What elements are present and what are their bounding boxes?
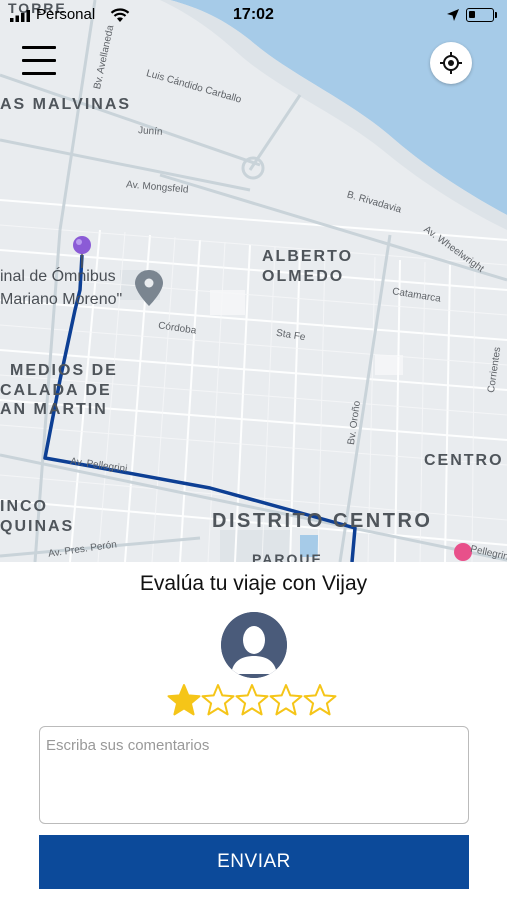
- street-label: Junín: [137, 125, 163, 138]
- district-label: QUINAS: [0, 518, 75, 535]
- star-empty-icon[interactable]: [303, 682, 337, 718]
- menu-button[interactable]: [22, 46, 56, 78]
- submit-button[interactable]: ENVIAR: [39, 835, 469, 889]
- origin-pin: [73, 236, 91, 254]
- district-label: CALADA DE: [0, 382, 112, 399]
- battery-icon: [466, 8, 494, 22]
- rating-title: Evalúa tu viaje con Vijay: [139, 572, 368, 595]
- comments-field[interactable]: [39, 726, 469, 824]
- map-view[interactable]: TORRE AS MALVINAS ALBERTO OLMEDO MEDIOS …: [0, 0, 507, 562]
- hamburger-menu-icon: [22, 46, 56, 49]
- user-avatar-icon: [221, 612, 287, 678]
- star-rating[interactable]: [167, 682, 337, 718]
- location-arrow-icon: [447, 9, 459, 21]
- district-label: ALBERTO: [262, 248, 354, 265]
- district-label: DISTRITO CENTRO: [212, 510, 433, 532]
- district-label: MEDIOS DE: [10, 362, 118, 379]
- district-label: AN MARTIN: [0, 401, 108, 418]
- star-empty-icon[interactable]: [235, 682, 269, 718]
- district-label: PARQUE: [252, 551, 323, 562]
- battery-level: [469, 11, 475, 18]
- poi-label: inal de Ómnibus: [0, 268, 116, 285]
- status-bar: Personal 17:02: [0, 0, 507, 30]
- crosshair-locate-icon: [440, 52, 462, 74]
- rating-sheet: Evalúa tu viaje con Vijay ENVIAR: [0, 562, 507, 900]
- poi-label: Mariano Moreno": [0, 291, 123, 308]
- star-empty-icon[interactable]: [201, 682, 235, 718]
- clock: 17:02: [233, 6, 274, 23]
- district-label: INCO: [0, 498, 48, 515]
- district-label: OLMEDO: [262, 268, 345, 285]
- poi-marker-icon: [135, 270, 163, 306]
- district-label: CENTRO: [424, 452, 504, 469]
- star-filled-icon[interactable]: [167, 682, 201, 718]
- star-empty-icon[interactable]: [269, 682, 303, 718]
- locate-me-button[interactable]: [430, 42, 472, 84]
- district-label: AS MALVINAS: [0, 96, 132, 113]
